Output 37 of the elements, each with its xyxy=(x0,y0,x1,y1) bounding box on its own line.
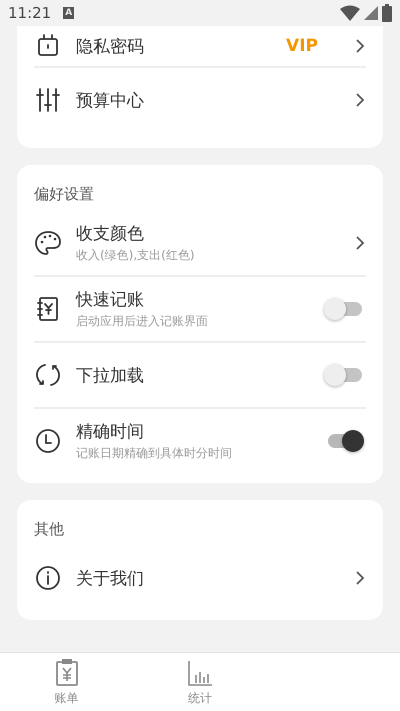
settings-row[interactable]: 收支颜色 收入(绿色),支出(红色) xyxy=(34,211,366,277)
chevron-right-icon xyxy=(354,92,366,108)
row-title: 收支颜色 xyxy=(76,223,145,245)
settings-row[interactable]: 预算中心 xyxy=(34,68,366,132)
nav-tab[interactable]: 统计 xyxy=(133,653,267,711)
clipboard-icon xyxy=(54,657,80,687)
palette-icon xyxy=(34,229,62,257)
notification-badge: A xyxy=(63,7,74,19)
row-title: 预算中心 xyxy=(76,90,145,112)
settings-row[interactable]: 下拉加载 xyxy=(34,343,366,409)
chevron-right-icon xyxy=(354,235,366,251)
chevron-right-icon xyxy=(354,38,366,54)
settings-row[interactable]: 隐私密码 VIP xyxy=(34,26,366,68)
row-subtitle: 记账日期精确到具体时分时间 xyxy=(76,445,233,462)
row-title: 隐私密码 xyxy=(76,36,145,58)
settings-row[interactable]: 精确时间 记账日期精确到具体时分时间 xyxy=(34,409,366,473)
section-header: 偏好设置 xyxy=(34,184,95,204)
row-title: 下拉加载 xyxy=(76,364,145,386)
row-title: 关于我们 xyxy=(76,568,145,590)
sliders-icon xyxy=(34,86,62,114)
wifi-icon xyxy=(340,5,360,21)
row-subtitle: 启动应用后进入记账界面 xyxy=(76,313,209,330)
signal-icon xyxy=(364,6,378,20)
row-title: 精确时间 xyxy=(76,421,145,443)
vip-tag: VIP xyxy=(286,36,318,56)
row-title: 快速记账 xyxy=(76,289,145,311)
info-icon xyxy=(34,564,62,592)
section-header: 其他 xyxy=(34,518,65,540)
row-subtitle: 收入(绿色),支出(红色) xyxy=(76,247,196,264)
nav-tab[interactable]: 账单 xyxy=(0,653,134,711)
settings-row[interactable]: 关于我们 xyxy=(34,546,366,610)
refresh-icon xyxy=(34,361,62,389)
settings-row[interactable]: 快速记账 启动应用后进入记账界面 xyxy=(34,277,366,343)
status-time: 11:21 xyxy=(8,4,52,22)
chevron-right-icon xyxy=(354,570,366,586)
clock-icon xyxy=(34,427,62,455)
battery-icon xyxy=(382,4,392,22)
